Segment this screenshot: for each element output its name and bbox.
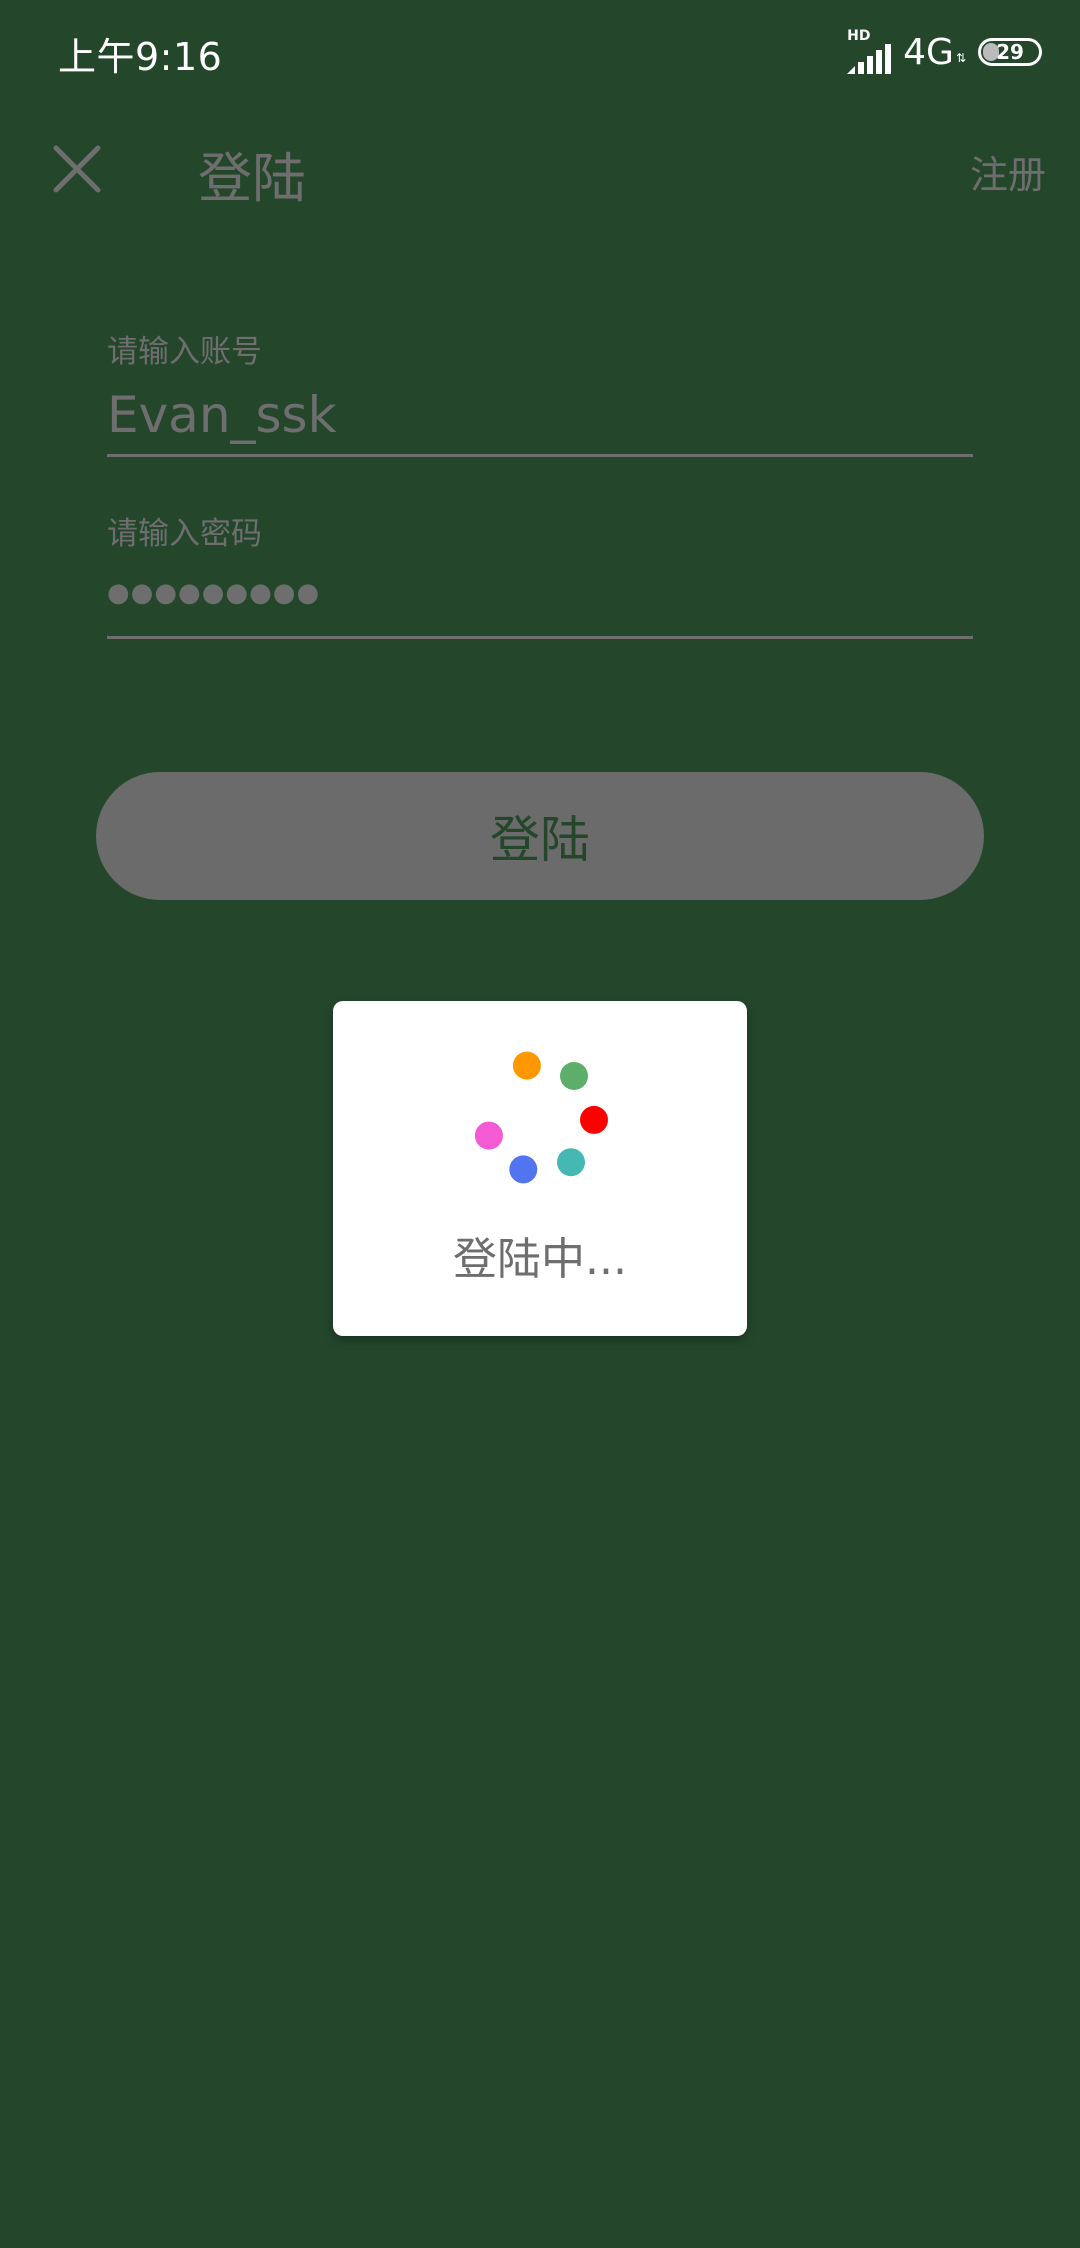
account-field[interactable]: 请输入账号 Evan_ssk — [107, 326, 973, 460]
password-underline — [107, 636, 973, 639]
status-bar: 上午9:16 HD 4G ⇅ 29 — [0, 0, 1080, 100]
spinner-dot — [474, 1121, 503, 1150]
spinner-dot — [580, 1105, 608, 1134]
data-activity-icon: ⇅ — [955, 51, 966, 65]
spinner-dot — [557, 1148, 585, 1177]
account-input[interactable]: Evan_ssk — [107, 386, 337, 444]
spinner-dot — [509, 1155, 538, 1184]
close-icon — [53, 145, 101, 193]
password-field[interactable]: 请输入密码 ●●●●●●●●● — [107, 508, 973, 642]
register-link[interactable]: 注册 — [970, 144, 1046, 199]
password-label: 请输入密码 — [107, 516, 262, 552]
network-type: 4G — [903, 31, 954, 73]
loading-dialog: 登陆中... — [333, 1001, 747, 1336]
signal-icon: HD — [847, 28, 893, 74]
battery-icon: 29 — [978, 38, 1042, 66]
login-button[interactable]: 登陆 — [96, 772, 984, 900]
page-title: 登陆 — [198, 147, 306, 210]
loading-text: 登陆中... — [453, 1234, 627, 1285]
password-input[interactable]: ●●●●●●●●● — [107, 578, 320, 608]
hd-label: HD — [847, 28, 871, 44]
spinner-dot — [560, 1062, 588, 1090]
close-button[interactable] — [40, 132, 114, 206]
battery-percent: 29 — [996, 40, 1024, 64]
login-button-label: 登陆 — [490, 812, 590, 868]
status-time: 上午9:16 — [58, 35, 223, 79]
status-icons: HD 4G ⇅ 29 — [847, 28, 1042, 74]
account-underline — [107, 454, 973, 457]
loading-spinner-icon — [474, 1051, 608, 1184]
account-label: 请输入账号 — [107, 334, 262, 370]
app-bar: 登陆 注册 — [0, 100, 1080, 235]
spinner-dot — [512, 1051, 541, 1080]
